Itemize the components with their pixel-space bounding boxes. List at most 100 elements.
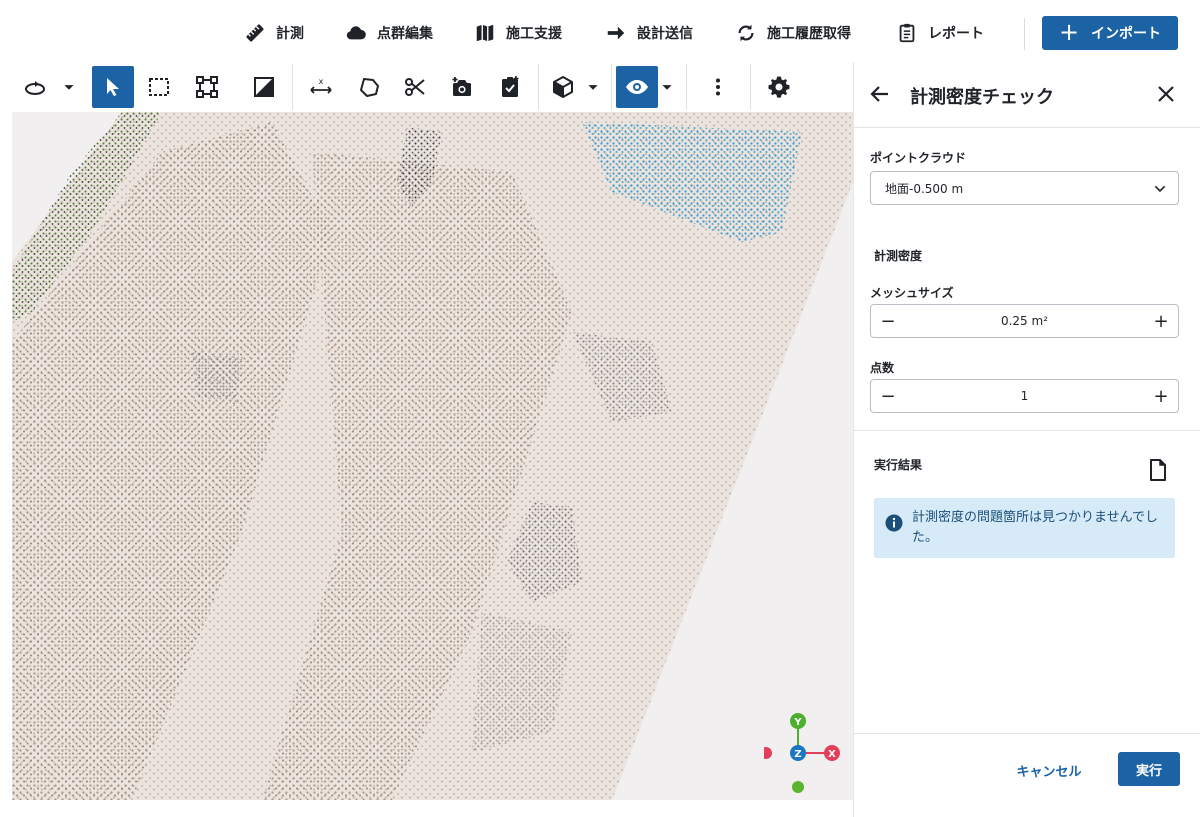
mesh-size-stepper[interactable]: − 0.25 m² + bbox=[870, 304, 1179, 338]
add-camera-icon bbox=[452, 77, 471, 96]
menu-construction-history-label: 施工履歴取得 bbox=[767, 26, 851, 42]
arrow-right-icon bbox=[607, 26, 625, 40]
svg-text:Y: Y bbox=[793, 717, 802, 728]
gear-icon bbox=[768, 76, 790, 98]
clipboard-check-tool[interactable] bbox=[489, 66, 531, 108]
scissors-tool[interactable] bbox=[394, 66, 436, 108]
point-cloud-select-value: 地面-0.500 m bbox=[885, 181, 964, 196]
settings-tool[interactable] bbox=[758, 66, 800, 108]
add-camera-tool[interactable] bbox=[442, 66, 484, 108]
toolbar-separator bbox=[292, 64, 293, 110]
clipboard-check-icon bbox=[502, 76, 519, 97]
axis-move-tool[interactable]: x bbox=[300, 66, 342, 108]
menu-report[interactable]: レポート bbox=[896, 18, 984, 48]
box-select-tool[interactable] bbox=[186, 66, 228, 108]
menu-design-send-label: 設計送信 bbox=[637, 26, 693, 42]
more-vert-icon bbox=[716, 78, 720, 96]
point-count-label: 点数 bbox=[870, 361, 895, 375]
close-icon[interactable] bbox=[1154, 82, 1178, 106]
mesh-size-label: メッシュサイズ bbox=[870, 286, 954, 300]
plus-icon: + bbox=[1058, 18, 1080, 46]
gradient-icon bbox=[254, 77, 274, 97]
mesh-size-value[interactable]: 0.25 m² bbox=[905, 305, 1144, 337]
lasso-tool[interactable] bbox=[348, 66, 390, 108]
menu-construction-support[interactable]: 施工支援 bbox=[474, 18, 562, 48]
toolbar-separator bbox=[686, 64, 687, 110]
neg-x-axis-handle[interactable] bbox=[764, 747, 772, 759]
lasso-icon bbox=[360, 78, 379, 97]
visibility-dropdown[interactable] bbox=[656, 66, 678, 108]
point-cloud-label: ポイントクラウド bbox=[870, 151, 967, 165]
menu-construction-history[interactable]: 施工履歴取得 bbox=[735, 18, 851, 48]
toolbar-separator bbox=[611, 64, 612, 110]
point-count-stepper[interactable]: − 1 + bbox=[870, 379, 1179, 413]
axis-gizmo[interactable]: Y Z X bbox=[764, 712, 853, 797]
box-select-icon bbox=[196, 76, 218, 98]
point-cloud-canvas[interactable] bbox=[12, 112, 853, 800]
cube-icon bbox=[553, 76, 573, 98]
info-icon bbox=[885, 514, 903, 532]
neg-y-axis-handle[interactable] bbox=[792, 781, 804, 793]
menu-divider bbox=[1024, 18, 1025, 50]
point-count-increment[interactable]: + bbox=[1144, 380, 1178, 412]
import-button-label: インポート bbox=[1091, 26, 1162, 42]
mesh-size-increment[interactable]: + bbox=[1144, 305, 1178, 337]
run-button[interactable]: 実行 bbox=[1118, 752, 1180, 786]
point-cloud-select[interactable]: 地面-0.500 m bbox=[870, 171, 1179, 205]
arrow-back-icon[interactable] bbox=[868, 82, 892, 106]
menu-construction-support-label: 施工支援 bbox=[506, 26, 562, 42]
svg-text:Z: Z bbox=[794, 749, 801, 760]
result-info-box: 計測密度の問題箇所は見つかりませんでした。 bbox=[874, 498, 1175, 558]
viewer-toolbar: x bbox=[0, 62, 853, 112]
dropdown-arrow-icon bbox=[588, 85, 598, 90]
top-menu-bar: 計測 点群編集 施工支援 設計送信 施工履歴取得 レポート + インポート bbox=[0, 0, 1200, 62]
density-check-panel: 計測密度チェック ポイントクラウド 地面-0.500 m 計測密度 メッシュサイ… bbox=[853, 62, 1200, 817]
eye-icon bbox=[626, 80, 648, 94]
axis-move-icon: x bbox=[310, 77, 332, 94]
result-message: 計測密度の問題箇所は見つかりませんでした。 bbox=[912, 510, 1158, 545]
point-count-decrement[interactable]: − bbox=[871, 380, 905, 412]
density-section-title: 計測密度 bbox=[874, 249, 923, 263]
view-cube-dropdown[interactable] bbox=[582, 66, 604, 108]
result-label: 実行結果 bbox=[874, 458, 923, 472]
footer-divider bbox=[854, 733, 1200, 734]
view-cube-tool[interactable] bbox=[542, 66, 584, 108]
menu-point-cloud-edit-label: 点群編集 bbox=[377, 26, 433, 42]
dropdown-arrow-icon bbox=[662, 85, 672, 90]
menu-measure[interactable]: 計測 bbox=[244, 18, 304, 48]
point-count-value[interactable]: 1 bbox=[905, 380, 1144, 412]
sync-icon bbox=[738, 24, 754, 42]
menu-measure-label: 計測 bbox=[276, 26, 304, 42]
menu-report-label: レポート bbox=[928, 26, 984, 42]
select-tool[interactable] bbox=[92, 66, 134, 108]
chevron-down-icon bbox=[1154, 185, 1166, 193]
panel-header: 計測密度チェック bbox=[854, 62, 1200, 128]
rotate-dropdown[interactable] bbox=[58, 66, 80, 108]
panel-divider bbox=[854, 430, 1200, 431]
visibility-tool[interactable] bbox=[616, 66, 658, 108]
gradient-tool[interactable] bbox=[243, 66, 285, 108]
menu-point-cloud-edit[interactable]: 点群編集 bbox=[345, 18, 433, 48]
svg-text:X: X bbox=[828, 749, 836, 760]
point-cloud-viewport[interactable]: Y Z X bbox=[12, 112, 853, 800]
rectangle-select-tool[interactable] bbox=[138, 66, 180, 108]
document-icon[interactable] bbox=[1147, 458, 1169, 482]
mesh-size-decrement[interactable]: − bbox=[871, 305, 905, 337]
cursor-icon bbox=[107, 78, 119, 97]
rectangle-select-icon bbox=[149, 78, 169, 96]
toolbar-separator bbox=[538, 64, 539, 110]
cancel-button[interactable]: キャンセル bbox=[1004, 754, 1094, 786]
menu-design-send[interactable]: 設計送信 bbox=[605, 18, 693, 48]
dropdown-arrow-icon bbox=[64, 85, 74, 90]
svg-text:x: x bbox=[319, 77, 324, 86]
more-tool[interactable] bbox=[697, 66, 739, 108]
rotate-tool[interactable] bbox=[14, 66, 56, 108]
panel-title: 計測密度チェック bbox=[910, 87, 1054, 108]
clipboard-icon bbox=[899, 23, 915, 43]
ruler-icon bbox=[246, 24, 264, 42]
rotate-icon bbox=[25, 81, 45, 95]
toolbar-separator bbox=[750, 64, 751, 110]
cloud-icon bbox=[346, 26, 366, 40]
import-button[interactable]: + インポート bbox=[1042, 16, 1178, 50]
map-icon bbox=[476, 24, 494, 42]
